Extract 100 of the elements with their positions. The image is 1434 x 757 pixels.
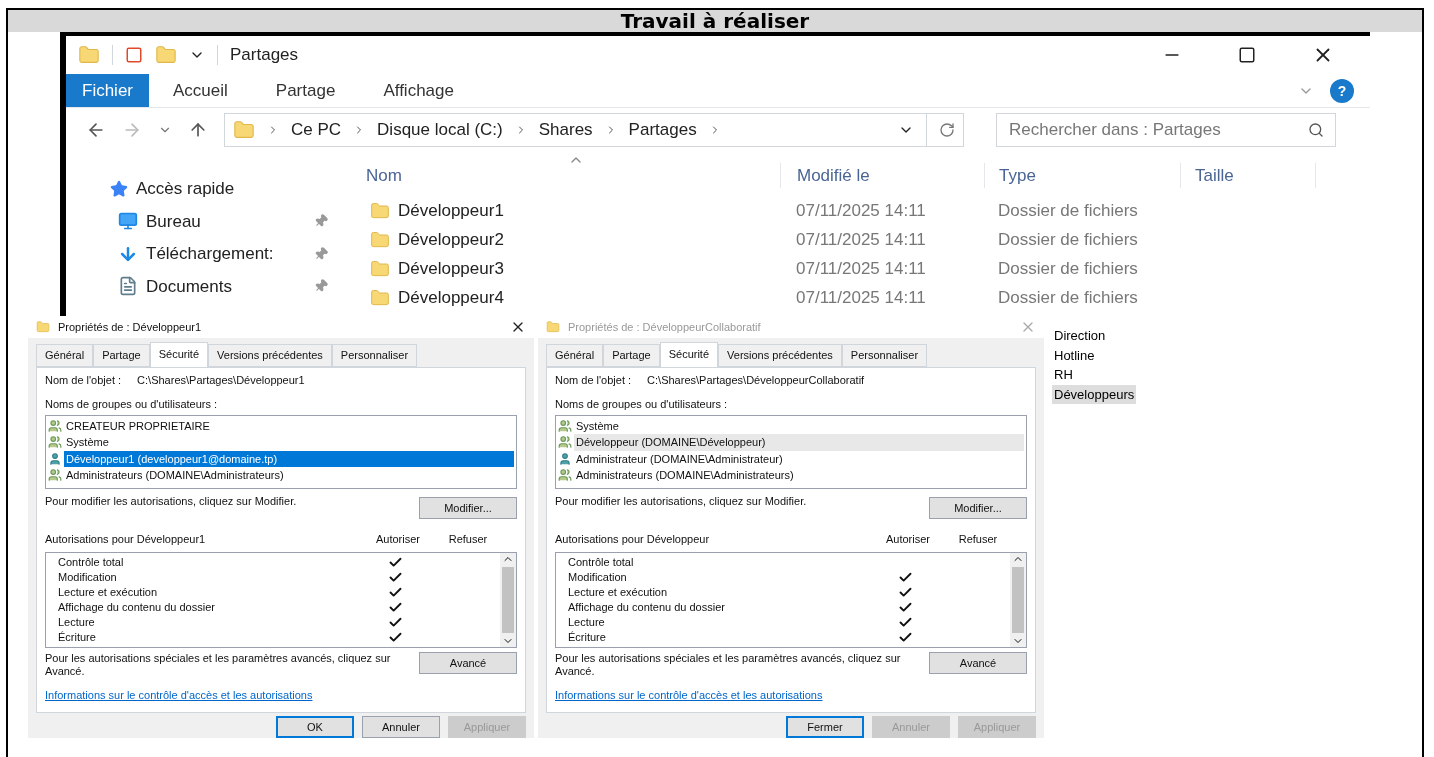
ribbon-tab[interactable]: Fichier [66,74,149,107]
dialog-button[interactable]: Annuler [362,715,440,738]
folder-icon [370,200,390,221]
folder-icon [233,119,255,141]
ribbon-tab[interactable]: Accueil [149,74,252,107]
column-header[interactable]: Nom [336,162,780,188]
group-item[interactable]: Système [574,417,1024,434]
field-label: Noms de groupes ou d'utilisateurs : [555,397,729,412]
dialog-tab[interactable]: Versions précédentes [718,344,842,367]
help-button[interactable]: ? [1330,78,1354,103]
hint-text: Pour modifier les autorisations, cliquez sur Modifier. [45,493,297,509]
dialog-button[interactable]: Fermer [786,715,864,738]
advanced-button[interactable]: Avancé [929,651,1027,674]
column-header[interactable]: Modifié le [780,162,984,188]
scrollbar[interactable] [500,552,516,647]
permission-name: Modification [58,569,118,585]
permission-name: Lecture [568,614,606,630]
column-header: Refuser [957,532,999,547]
permission-name: Affichage du contenu du dossier [58,599,216,615]
object-path: C:\Shares\Partages\Développeur1 [137,372,305,388]
nav-item[interactable]: Documents [146,273,232,299]
file-name[interactable]: Développeur4 [398,284,504,311]
object-path: C:\Shares\Partages\DéveloppeurCollaboratif [647,372,865,388]
groups-list[interactable]: CREATEUR PROPRIETAIRE Système Développeur1 (developpeur1@domaine.tp) Administrateurs (DOMAINE\Administrateurs) [45,414,517,489]
scrollbar[interactable] [1010,552,1026,647]
folder-icon [78,44,100,66]
field-label: Nom de l'objet : [45,372,122,388]
modified-date: 07/11/2025 14:11 [795,228,927,251]
modify-button[interactable]: Modifier... [929,496,1027,519]
search-icon [1308,122,1324,138]
dialog-tab[interactable]: Personnaliser [841,344,928,367]
hint-text: Pour modifier les autorisations, cliquez sur Modifier. [555,493,807,509]
group-item[interactable]: Administrateurs (DOMAINE\Administrateurs) [574,467,1024,484]
list-item[interactable]: Direction [1052,326,1108,346]
group-icon [558,418,572,433]
column-header[interactable]: Taille [1180,162,1316,188]
file-name[interactable]: Développeur3 [398,255,504,282]
help-link[interactable]: Informations sur le contrôle d'accès et les autorisations [555,687,1027,704]
column-header: Autoriser [885,532,931,547]
desktop-icon [118,211,138,232]
list-item[interactable]: Développeurs [1052,384,1137,404]
group-item[interactable]: CREATEUR PROPRIETAIRE [64,417,514,434]
dialog-title: Propriétés de : Développeur1 [58,319,202,335]
groups-list[interactable]: Système Développeur (DOMAINE\Développeur) Administrateur (DOMAINE\Administrateur) Administrateurs (DOMAINE\Administrateurs) [555,414,1027,489]
modified-date: 07/11/2025 14:11 [795,199,927,222]
group-item[interactable]: Développeur (DOMAINE\Développeur) [574,434,1024,451]
modified-date: 07/11/2025 14:11 [795,286,927,309]
refresh-icon[interactable] [939,122,955,138]
group-icon [48,418,62,433]
file-name[interactable]: Développeur2 [398,226,504,253]
address-bar[interactable]: Ce PC Disque local (C:) Shares Partages [224,113,964,147]
file-type: Dossier de fichiers [997,286,1138,309]
list-item[interactable]: Hotline [1052,345,1097,365]
group-item[interactable]: Administrateurs (DOMAINE\Administrateurs) [64,467,514,484]
nav-item[interactable]: Bureau [146,208,201,234]
column-header[interactable]: Type [984,162,1180,188]
folder-icon [370,287,390,308]
user-icon [558,451,572,466]
modified-date: 07/11/2025 14:11 [795,257,927,280]
nav-item[interactable]: Accès rapide [136,176,235,202]
breadcrumb-item[interactable]: Shares [538,117,593,143]
dialog-tab[interactable]: Partage [93,344,150,367]
breadcrumb-item[interactable]: Ce PC [291,117,342,143]
help-link[interactable]: Informations sur le contrôle d'accès et les autorisations [45,687,517,704]
breadcrumb-item[interactable]: Partages [628,117,697,143]
dialog-tab[interactable]: Sécurité [149,342,209,367]
permission-name: Lecture [58,614,96,630]
maximize-icon[interactable] [1238,46,1256,64]
search-field[interactable]: Rechercher dans : Partages [996,113,1336,147]
dialog-tab[interactable]: Général [546,344,604,367]
permission-name: Écriture [568,629,607,645]
group-item[interactable]: Administrateur (DOMAINE\Administrateur) [574,450,1024,467]
permissions-label: Autorisations pour Développeur [555,532,711,547]
dialog-tab[interactable]: Général [36,344,94,367]
column-header: Autoriser [375,532,421,547]
ribbon-tab[interactable]: Partage [251,74,360,107]
file-name[interactable]: Développeur1 [398,197,504,224]
folder-icon [370,229,390,250]
dialog-tab[interactable]: Sécurité [659,342,719,367]
window-title: Partages [230,44,299,67]
group-icon [48,435,62,450]
folder-icon [155,44,177,66]
group-item[interactable]: Système [64,434,514,451]
field-label: Nom de l'objet : [555,372,632,388]
list-item[interactable]: RH [1052,365,1075,385]
breadcrumb-item[interactable]: Disque local (C:) [377,117,503,143]
dialog-tab[interactable]: Personnaliser [331,344,418,367]
ribbon-tab[interactable]: Affichage [359,74,478,107]
dialog-button[interactable]: OK [276,715,354,738]
file-type: Dossier de fichiers [997,228,1138,251]
permission-name: Modification [568,569,628,585]
folder-icon [370,258,390,279]
modify-button[interactable]: Modifier... [419,496,517,519]
dialog-tab[interactable]: Partage [603,344,660,367]
group-item[interactable]: Développeur1 (developpeur1@domaine.tp) [64,450,514,467]
section-heading: Travail à réaliser [620,11,810,31]
dialog-tab[interactable]: Versions précédentes [208,344,332,367]
nav-item[interactable]: Téléchargement: [146,241,274,267]
advanced-button[interactable]: Avancé [419,651,517,674]
hint-text: Pour les autorisations spéciales et les paramètres avancés, cliquez sur Avancé. [45,651,392,679]
